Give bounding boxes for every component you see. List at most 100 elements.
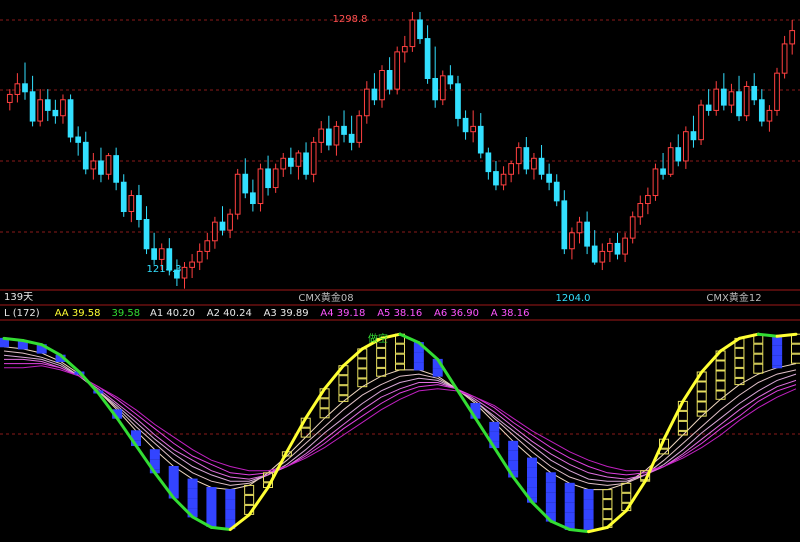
signal-box [225,509,236,520]
candle-body [447,75,454,85]
candle [720,73,727,111]
candle [90,152,97,180]
ribbon-line [3,346,797,491]
candle-body [531,157,537,170]
candle [295,150,302,180]
signal-box [677,410,688,421]
aa-line-segment [247,486,270,517]
candle [303,142,309,180]
signal-box [187,498,198,509]
candle-body [781,43,788,74]
candle [546,163,552,191]
signal-box [168,466,179,476]
signal-box [583,509,594,520]
candle-body [120,181,127,213]
candle [250,179,256,212]
candle-body [204,240,211,252]
candle [705,89,712,116]
candle-body [713,88,720,111]
short-signal-label: 做空 [368,332,388,345]
candle-body [485,152,492,173]
candle-body [424,38,431,79]
signal-box [187,488,198,499]
signal-box [564,502,575,513]
contract-label: CMX黄金08 [298,291,353,304]
contract-label: CMX黄金12 [706,291,761,304]
candle [758,89,765,127]
candle [333,121,340,156]
candle [151,232,157,265]
candle [348,115,355,151]
candle-body [105,155,112,175]
candle-body [22,83,28,93]
candle [500,166,507,191]
aa-line-segment [719,336,741,353]
oscillator-panel: 做空 [0,332,800,534]
candle [781,35,788,79]
candle-body [591,245,598,263]
signal-box [489,421,500,432]
candle-body [637,203,644,218]
candle [493,160,499,191]
candle-body [523,147,530,170]
candle [60,94,66,124]
candle-body [652,168,659,197]
candle-body [303,152,309,175]
aa-line-segment [341,347,364,368]
candle-body [394,51,401,90]
candle-body [614,242,621,255]
candle-body [477,125,484,154]
candle [447,65,454,90]
candle-body [455,83,461,119]
candle-body [553,181,560,202]
signal-box [545,502,556,513]
signal-box [225,499,236,510]
candle [196,243,203,271]
candle [257,163,264,212]
candle [318,121,325,153]
candle-body [288,157,294,167]
candle [508,160,514,183]
candle-body [493,171,499,186]
candle-body [272,168,279,189]
signal-box [696,401,707,412]
candle [743,81,750,122]
candle [82,131,89,175]
candle [736,75,742,122]
aa-line-segment [737,332,760,340]
signal-box [715,390,726,400]
candle-body [470,125,477,133]
aa-line-segment [304,387,327,420]
candle-body [698,104,704,141]
candle-body [113,155,119,183]
candle [325,115,332,151]
candle [591,230,598,265]
candle [470,110,477,143]
signal-box [583,519,594,530]
signal-box [149,449,160,460]
candle-body [599,250,606,263]
signal-box [715,370,726,381]
signal-box [319,408,330,419]
candle [667,142,674,177]
candle-body [257,168,264,205]
signal-box [772,355,783,366]
signal-box [753,343,764,354]
candle [409,11,416,52]
candle [629,211,636,244]
candle-body [789,30,796,45]
candle [394,46,401,95]
signal-box [753,353,764,364]
ribbon-line [3,350,797,486]
candle-body [462,117,469,133]
signal-box [338,375,349,386]
candle [204,232,211,260]
candle [417,11,423,44]
candle-body [622,237,628,255]
candle [439,70,446,106]
candle [751,73,758,106]
chart-svg: 1298.8 1214.3 1204.0 139天 CMX黄金08 CMX黄金12 L … [0,11,800,534]
candle-body [508,163,514,175]
signal-box [508,450,519,461]
candle-body [52,109,59,117]
